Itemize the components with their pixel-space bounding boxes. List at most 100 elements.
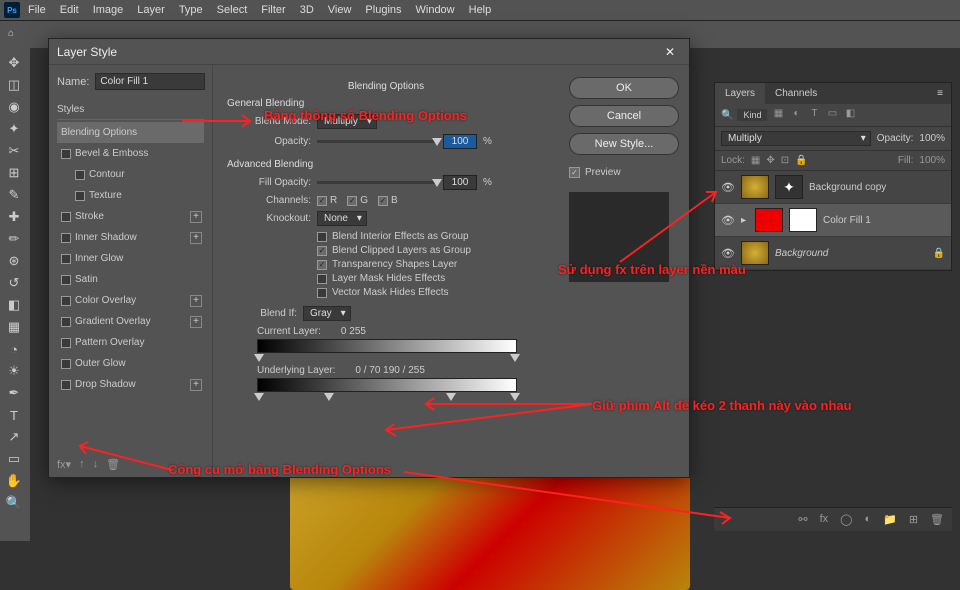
marquee-tool-icon[interactable]: ◫ [0,74,28,96]
filter-shape-icon[interactable]: ▭ [825,108,839,122]
current-layer-slider[interactable] [257,339,517,353]
style-stroke[interactable]: Stroke+ [57,206,204,227]
visibility-icon[interactable]: 👁 [721,181,735,194]
style-satin[interactable]: Satin [57,269,204,290]
mask-icon[interactable]: ◯ [840,513,852,526]
menu-image[interactable]: Image [87,2,130,18]
filter-type-icon[interactable]: T [807,108,821,122]
menu-plugins[interactable]: Plugins [359,2,407,18]
menu-filter[interactable]: Filter [255,2,291,18]
tab-channels[interactable]: Channels [765,83,827,104]
frame-tool-icon[interactable]: ⊞ [0,162,28,184]
menu-3d[interactable]: 3D [294,2,320,18]
style-inner-shadow[interactable]: Inner Shadow+ [57,227,204,248]
new-layer-icon[interactable]: ⊞ [909,513,918,526]
style-drop-shadow[interactable]: Drop Shadow+ [57,374,204,395]
layer-opacity-value[interactable]: 100% [919,133,945,144]
type-tool-icon[interactable]: T [0,404,28,426]
style-bevel[interactable]: Bevel & Emboss [57,143,204,164]
move-tool-icon[interactable]: ✥ [0,52,28,74]
path-tool-icon[interactable]: ↗ [0,426,28,448]
channel-r-checkbox[interactable]: ✓ [317,196,327,206]
shape-tool-icon[interactable]: ▭ [0,448,28,470]
wand-tool-icon[interactable]: ✦ [0,118,28,140]
underlying-slider[interactable] [257,378,517,392]
fx-icon[interactable]: fx [820,513,829,526]
ok-button[interactable]: OK [569,77,679,99]
tab-layers[interactable]: Layers [715,83,765,104]
new-style-button[interactable]: New Style... [569,133,679,155]
vector-mask-checkbox[interactable] [317,288,327,298]
visibility-icon[interactable]: 👁 [721,247,735,260]
style-gradient-overlay[interactable]: Gradient Overlay+ [57,311,204,332]
menu-help[interactable]: Help [463,2,498,18]
menu-file[interactable]: File [22,2,52,18]
fill-opacity-input[interactable] [443,175,477,190]
blend-interior-checkbox[interactable] [317,232,327,242]
link-layers-icon[interactable]: ⚯ [798,513,807,526]
filter-pixel-icon[interactable]: ▦ [771,108,785,122]
filter-kind-icon[interactable]: 🔍 [721,110,733,121]
layer-fill-value[interactable]: 100% [919,155,945,166]
style-color-overlay[interactable]: Color Overlay+ [57,290,204,311]
eraser-tool-icon[interactable]: ◧ [0,294,28,316]
blend-if-dropdown[interactable]: Gray [303,306,351,321]
dodge-tool-icon[interactable]: ☀ [0,360,28,382]
transparency-checkbox[interactable]: ✓ [317,260,327,270]
lock-artboard-icon[interactable]: ⊡ [781,155,789,166]
brush-tool-icon[interactable]: ✏ [0,228,28,250]
layer-mask-checkbox[interactable] [317,274,327,284]
visibility-icon[interactable]: 👁 [721,214,735,227]
home-icon[interactable]: ⌂ [8,28,22,42]
history-tool-icon[interactable]: ↺ [0,272,28,294]
group-icon[interactable]: 📁 [883,513,897,526]
layer-row-bg-copy[interactable]: 👁 ✦ Background copy [715,171,951,204]
style-texture[interactable]: Texture [57,185,204,206]
close-icon[interactable]: ✕ [659,43,681,61]
stamp-tool-icon[interactable]: ⊛ [0,250,28,272]
knockout-dropdown[interactable]: None [317,211,367,226]
opacity-input[interactable] [443,134,477,149]
fill-opacity-slider[interactable] [317,181,437,184]
adjustment-layer-icon[interactable]: ◐ [864,513,871,526]
arrow-down-icon[interactable]: ↓ [93,458,99,471]
filter-smart-icon[interactable]: ◧ [843,108,857,122]
fx-icon[interactable]: fx▾ [57,458,71,471]
eyedropper-tool-icon[interactable]: ✎ [0,184,28,206]
trash-icon[interactable]: 🗑 [106,458,120,471]
menu-select[interactable]: Select [211,2,254,18]
pen-tool-icon[interactable]: ✒ [0,382,28,404]
cancel-button[interactable]: Cancel [569,105,679,127]
hand-tool-icon[interactable]: ✋ [0,470,28,492]
channel-g-checkbox[interactable]: ✓ [347,196,357,206]
arrow-up-icon[interactable]: ↑ [79,458,85,471]
menu-layer[interactable]: Layer [131,2,171,18]
lock-all-icon[interactable]: 🔒 [795,155,807,166]
blur-tool-icon[interactable]: ◔ [0,338,28,360]
layer-row-color-fill[interactable]: 👁 ▸ Color Fill 1 [715,204,951,237]
menu-view[interactable]: View [322,2,358,18]
lock-position-icon[interactable]: ✥ [766,155,774,166]
zoom-tool-icon[interactable]: 🔍 [0,492,28,514]
lasso-tool-icon[interactable]: ◉ [0,96,28,118]
filter-kind-dropdown[interactable]: Kind [737,109,767,121]
blend-mode-dropdown[interactable]: Multiply [317,114,377,129]
style-blending-options[interactable]: Blending Options [57,122,204,143]
style-outer-glow[interactable]: Outer Glow [57,353,204,374]
menu-edit[interactable]: Edit [54,2,85,18]
gradient-tool-icon[interactable]: ▦ [0,316,28,338]
channel-b-checkbox[interactable]: ✓ [378,196,388,206]
style-inner-glow[interactable]: Inner Glow [57,248,204,269]
crop-tool-icon[interactable]: ✂ [0,140,28,162]
preview-checkbox[interactable]: ✓ [569,167,580,178]
layer-blend-mode-dropdown[interactable]: Multiply [721,131,871,146]
panel-menu-icon[interactable]: ≡ [929,83,951,104]
delete-layer-icon[interactable]: 🗑 [930,513,944,526]
style-pattern-overlay[interactable]: Pattern Overlay [57,332,204,353]
blend-clipped-checkbox[interactable]: ✓ [317,246,327,256]
lock-pixels-icon[interactable]: ▦ [751,155,760,166]
filter-adj-icon[interactable]: ◐ [789,108,803,122]
menu-window[interactable]: Window [410,2,461,18]
layer-name-input[interactable] [95,73,205,90]
menu-type[interactable]: Type [173,2,209,18]
